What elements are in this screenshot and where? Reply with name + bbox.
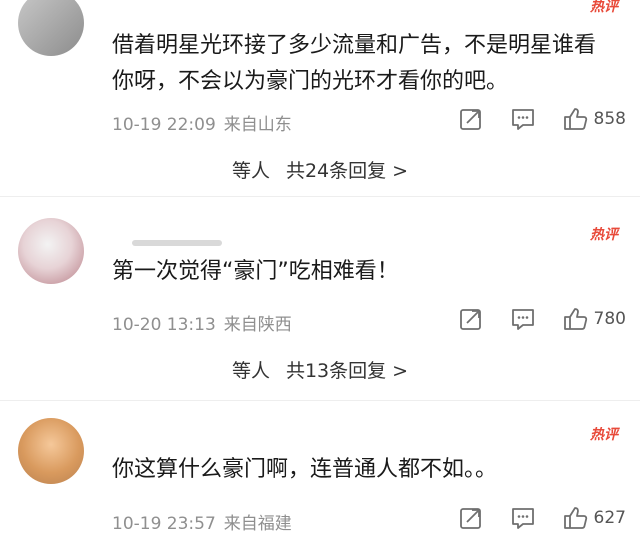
comment-time: 10-19 23:57 (112, 514, 216, 534)
comment-time: 10-19 22:09 (112, 115, 216, 135)
thumb-up-icon[interactable] (562, 505, 588, 531)
comment-item: 热评 借着明星光环接了多少流量和广告，不是明星谁看你呀，不会以为豪门的光环才看你… (0, 0, 640, 190)
share-icon[interactable] (458, 505, 484, 531)
avatar[interactable] (18, 218, 84, 284)
replies-count: 共13条回复 (285, 360, 387, 382)
like-count: 627 (593, 508, 626, 528)
comment-item: 热评 你这算什么豪门啊，连普通人都不如。。 10-19 23:57 来自福建 62… (0, 408, 640, 537)
comment-item: 热评 第一次觉得“豪门”吃相难看！ 10-20 13:13 来自陕西 780 等人… (0, 206, 640, 396)
share-icon[interactable] (458, 106, 484, 132)
like-count: 780 (593, 309, 626, 329)
user-name[interactable] (132, 240, 222, 246)
comment-icon[interactable] (510, 306, 536, 332)
comment-text: 借着明星光环接了多少流量和广告，不是明星谁看你呀，不会以为豪门的光环才看你的吧。 (112, 33, 597, 94)
comment-icon[interactable] (510, 505, 536, 531)
divider (0, 400, 640, 401)
comment-location: 来自福建 (223, 514, 292, 534)
comment-icon[interactable] (510, 106, 536, 132)
comment-location: 来自山东 (223, 115, 292, 135)
comment-location: 来自陕西 (223, 315, 292, 335)
view-replies-link[interactable]: 等人 共24条回复 > (0, 156, 640, 183)
share-icon[interactable] (458, 306, 484, 332)
hot-comment-badge: 热评 (590, 0, 618, 15)
replies-names: 等人 (231, 160, 270, 182)
comment-actions: 858 (432, 106, 626, 132)
comment-actions: 780 (432, 306, 626, 332)
chevron-right-icon: > (392, 160, 409, 182)
comment-meta: 10-19 23:57 来自福建 (112, 509, 292, 534)
avatar[interactable] (18, 418, 84, 484)
comment-text: 你这算什么豪门啊，连普通人都不如。。 (112, 457, 498, 482)
comment-actions: 627 (432, 505, 626, 531)
chevron-right-icon: > (392, 360, 409, 382)
like-count: 858 (593, 109, 626, 129)
comment-text: 第一次觉得“豪门”吃相难看！ (112, 259, 399, 284)
avatar[interactable] (18, 0, 84, 56)
comment-time: 10-20 13:13 (112, 315, 216, 335)
hot-comment-badge: 热评 (590, 427, 618, 443)
view-replies-link[interactable]: 等人 共13条回复 > (0, 356, 640, 383)
thumb-up-icon[interactable] (562, 106, 588, 132)
replies-count: 共24条回复 (285, 160, 387, 182)
hot-comment-badge: 热评 (590, 227, 618, 243)
divider (0, 196, 640, 197)
comment-meta: 10-19 22:09 来自山东 (112, 110, 292, 135)
thumb-up-icon[interactable] (562, 306, 588, 332)
replies-names: 等人 (231, 360, 270, 382)
comment-meta: 10-20 13:13 来自陕西 (112, 310, 292, 335)
